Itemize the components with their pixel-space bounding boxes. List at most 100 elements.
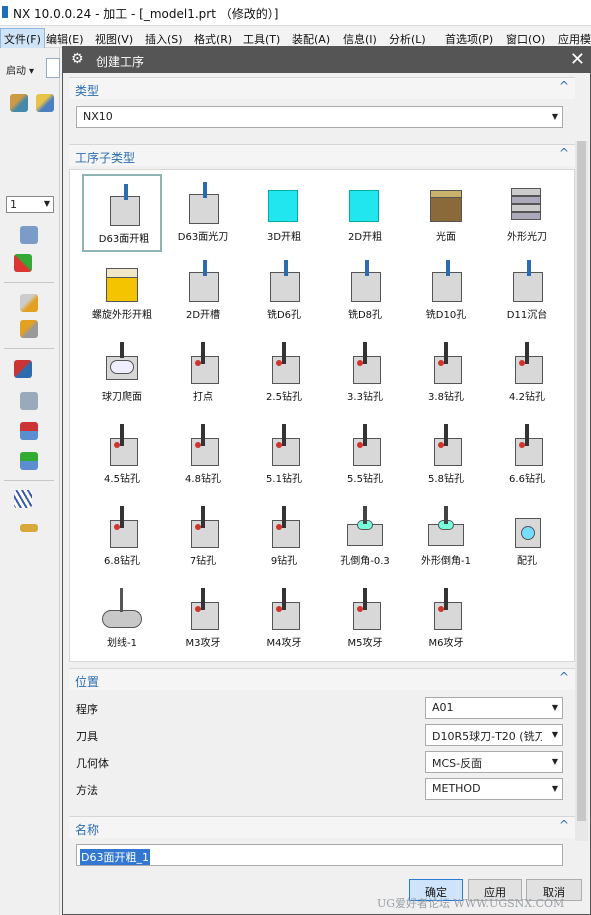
operation-subtype-item[interactable]: 配孔 — [487, 498, 567, 576]
operation-drill-icon — [183, 506, 223, 550]
chevron-up-icon[interactable]: ^ — [559, 146, 569, 160]
operation-subtype-label: 铣D10孔 — [425, 310, 467, 321]
operation-subtype-item[interactable]: 划线-1 — [82, 580, 162, 658]
operation-subtype-item[interactable]: 5.5钻孔 — [325, 416, 405, 494]
chevron-up-icon[interactable]: ^ — [559, 79, 569, 93]
menu-edit[interactable]: 编辑(E) — [46, 31, 84, 47]
program-select[interactable]: A01 ▼ — [425, 697, 563, 719]
operation-subtype-item[interactable]: 6.8钻孔 — [82, 498, 162, 576]
menu-view[interactable]: 视图(V) — [95, 31, 133, 47]
operation-subtype-item[interactable]: 铣D8孔 — [325, 252, 405, 330]
operation-subtype-item[interactable]: 3D开粗 — [244, 174, 324, 252]
operation-subtype-label: M5攻牙 — [347, 638, 383, 649]
operation-subtype-item[interactable]: 2.5钻孔 — [244, 334, 324, 412]
operation-subtype-label: 7钻孔 — [189, 556, 217, 567]
section-name-header[interactable]: 名称 ^ — [69, 816, 575, 838]
tool-select[interactable]: D10R5球刀-T20 (铣刀 ▼ — [425, 724, 563, 746]
feature-icon[interactable] — [14, 490, 32, 508]
section-location-header[interactable]: 位置 ^ — [69, 668, 575, 690]
toolbar-tab[interactable] — [46, 58, 60, 78]
operation-subtype-item[interactable]: 螺旋外形开粗 — [82, 252, 162, 330]
operation-subtype-item[interactable]: 2D开槽 — [163, 252, 243, 330]
method-select[interactable]: METHOD ▼ — [425, 778, 563, 800]
dialog-scrollbar[interactable] — [575, 141, 588, 841]
operation-subtype-item[interactable]: 9钻孔 — [244, 498, 324, 576]
menu-info[interactable]: 信息(I) — [343, 31, 377, 47]
geometry-select[interactable]: MCS-反面 ▼ — [425, 751, 563, 773]
toolbar-separator — [4, 282, 54, 283]
edit-object-icon[interactable] — [20, 294, 38, 312]
menu-insert[interactable]: 插入(S) — [145, 31, 183, 47]
operation-subtype-item[interactable]: D11沉台 — [487, 252, 567, 330]
menu-file[interactable]: 文件(F) — [0, 28, 45, 50]
operation-subtype-label: 4.8钻孔 — [185, 474, 221, 485]
operation-subtype-item[interactable]: 铣D10孔 — [406, 252, 486, 330]
menu-tools[interactable]: 工具(T) — [243, 31, 280, 47]
operation-subtype-item[interactable]: M5攻牙 — [325, 580, 405, 658]
operation-subtype-item[interactable]: 外形光刀 — [487, 174, 567, 252]
operation-subtype-item[interactable]: 球刀爬面 — [82, 334, 162, 412]
operation-subtype-item[interactable]: 5.1钻孔 — [244, 416, 324, 494]
measure-ruler-icon[interactable] — [20, 524, 38, 532]
menu-preferences[interactable]: 首选项(P) — [445, 31, 493, 47]
tool-label: 刀具 — [76, 730, 98, 743]
operation-subtype-item[interactable]: 铣D6孔 — [244, 252, 324, 330]
operation-subtype-item[interactable]: 孔倒角-0.3 — [325, 498, 405, 576]
menu-analysis[interactable]: 分析(L) — [389, 31, 426, 47]
chevron-up-icon[interactable]: ^ — [559, 670, 569, 684]
operation-subtype-label: 球刀爬面 — [102, 392, 142, 403]
operation-subtype-item[interactable]: 打点 — [163, 334, 243, 412]
operation-subtype-item[interactable]: 4.5钻孔 — [82, 416, 162, 494]
section-subtype-header[interactable]: 工序子类型 ^ — [69, 144, 575, 166]
chevron-up-icon[interactable]: ^ — [559, 818, 569, 832]
operation-name-input[interactable]: D63面开粗_1 — [76, 844, 563, 866]
menu-application[interactable]: 应用模 — [558, 31, 591, 47]
operation-drill-icon — [507, 424, 547, 468]
operation-subtype-item[interactable]: 7钻孔 — [163, 498, 243, 576]
section-name-title: 名称 — [75, 823, 100, 837]
operation-subtype-item[interactable]: M4攻牙 — [244, 580, 324, 658]
operation-subtype-item[interactable]: 4.2钻孔 — [487, 334, 567, 412]
program-label: 程序 — [76, 703, 98, 716]
menu-format[interactable]: 格式(R) — [194, 31, 232, 47]
operation-subtype-label: 外形倒角-1 — [421, 556, 471, 567]
verify-toolpath-icon[interactable] — [14, 360, 32, 378]
operation-subtype-item[interactable]: M3攻牙 — [163, 580, 243, 658]
shop-documentation-icon[interactable] — [20, 452, 38, 470]
scrollbar-thumb[interactable] — [577, 141, 586, 821]
operation-chamfer-icon — [426, 506, 466, 550]
operation-subtype-item[interactable]: 6.6钻孔 — [487, 416, 567, 494]
start-menu-button[interactable]: 启动 — [6, 62, 34, 77]
generate-toolpath-icon[interactable] — [20, 320, 38, 338]
operation-subtype-label: D11沉台 — [506, 310, 548, 321]
operation-subtype-item[interactable]: 2D开粗 — [325, 174, 405, 252]
operation-drill-icon — [426, 424, 466, 468]
operation-subtype-item[interactable]: D63面开粗 — [82, 174, 162, 252]
menu-assembly[interactable]: 装配(A) — [292, 31, 330, 47]
coordinate-system-icon[interactable] — [14, 254, 32, 272]
close-icon[interactable]: ✕ — [570, 49, 585, 70]
operation-subtype-label: 9钻孔 — [270, 556, 298, 567]
postprocess-icon[interactable] — [20, 422, 38, 440]
operation-subtype-label: 5.8钻孔 — [428, 474, 464, 485]
create-operation-dialog: ⚙ 创建工序 ✕ 类型 ^ NX10 ▼ 工序子类型 ^ D63面开粗 D63面光… — [62, 46, 591, 915]
operation-subtype-item[interactable]: 4.8钻孔 — [163, 416, 243, 494]
type-select[interactable]: NX10 ▼ — [76, 106, 563, 128]
operation-subtype-item[interactable]: D63面光刀 — [163, 174, 243, 252]
operation-subtype-item[interactable]: 3.8钻孔 — [406, 334, 486, 412]
operation-gray-icon — [183, 182, 223, 226]
operation-subtype-item[interactable]: M6攻牙 — [406, 580, 486, 658]
select-pointer-icon[interactable] — [20, 392, 38, 410]
list-view-icon[interactable] — [20, 226, 38, 244]
operation-subtype-item[interactable]: 3.3钻孔 — [325, 334, 405, 412]
type-select-value: NX10 — [83, 110, 113, 123]
operation-navigator-icon[interactable] — [36, 94, 54, 112]
operation-subtype-item[interactable]: 外形倒角-1 — [406, 498, 486, 576]
operation-gray-icon — [345, 260, 385, 304]
menu-window[interactable]: 窗口(O) — [506, 31, 545, 47]
part-navigator-icon[interactable] — [10, 94, 28, 112]
section-type-header[interactable]: 类型 ^ — [69, 77, 575, 99]
layer-number-select[interactable]: 1 — [6, 196, 54, 213]
operation-subtype-item[interactable]: 5.8钻孔 — [406, 416, 486, 494]
operation-subtype-item[interactable]: 光面 — [406, 174, 486, 252]
